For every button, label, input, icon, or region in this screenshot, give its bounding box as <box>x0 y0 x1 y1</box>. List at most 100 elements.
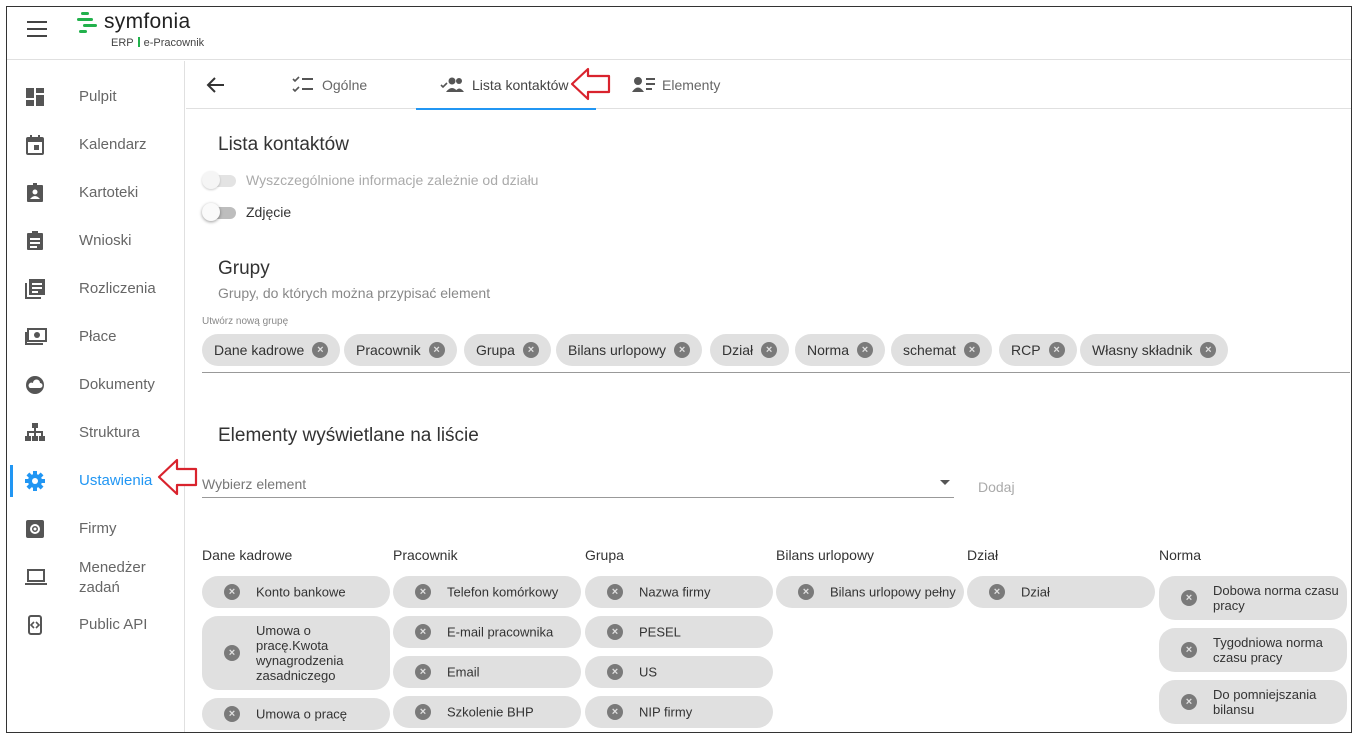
sidebar-item-label: Dokumenty <box>79 376 155 393</box>
remove-item-icon[interactable]: × <box>607 704 623 720</box>
sidebar-item-dokumenty[interactable]: Dokumenty <box>7 365 185 405</box>
list-item[interactable]: × US <box>585 656 773 688</box>
list-item[interactable]: × Email <box>393 656 581 688</box>
back-arrow-icon[interactable] <box>206 75 226 95</box>
column-header: Dane kadrowe <box>202 547 293 563</box>
laptop-icon <box>25 569 47 585</box>
calendar-icon <box>26 135 44 155</box>
remove-item-icon[interactable]: × <box>798 584 814 600</box>
sidebar-item-label: Struktura <box>79 424 140 441</box>
sidebar-item-label: Public API <box>79 616 148 633</box>
list-item[interactable]: × Umowa o pracę.Kwota wynagrodzenia zasad… <box>202 616 390 690</box>
list-item[interactable]: × Dobowa norma czasu pracy <box>1159 576 1347 620</box>
sidebar-item-rozliczenia[interactable]: Rozliczenia <box>7 269 185 309</box>
list-item[interactable]: × Bilans urlopowy pełny <box>776 576 964 608</box>
list-item[interactable]: × Telefon komórkowy <box>393 576 581 608</box>
dept-info-toggle[interactable] <box>202 171 238 189</box>
sidebar-item-struktura[interactable]: Struktura <box>7 413 185 453</box>
column-header: Grupa <box>585 547 624 563</box>
tab-label: Lista kontaktów <box>472 77 569 93</box>
menu-icon[interactable] <box>27 21 47 37</box>
sidebar-item-label: Firmy <box>79 520 117 537</box>
column-header: Pracownik <box>393 547 458 563</box>
annotation-arrow-icon <box>570 67 611 101</box>
remove-chip-icon[interactable]: × <box>674 342 691 358</box>
group-chip[interactable]: Własny składnik × <box>1080 334 1229 366</box>
sidebar-item-kartoteki[interactable]: Kartoteki <box>7 173 185 213</box>
group-chip[interactable]: Pracownik × <box>344 334 457 366</box>
sidebar-item-pulpit[interactable]: Pulpit <box>7 77 185 117</box>
sidebar-item-label: Menedżer zadań <box>79 559 146 596</box>
sidebar-item-label: Ustawienia <box>79 472 153 489</box>
group-chip[interactable]: schemat × <box>891 334 992 366</box>
sidebar-item-label: Kalendarz <box>79 136 147 153</box>
sidebar-item-place[interactable]: Płace <box>7 317 185 357</box>
photo-toggle[interactable] <box>202 203 238 221</box>
sidebar-item-public-api[interactable]: Public API <box>7 605 185 645</box>
list-item[interactable]: × PESEL <box>585 616 773 648</box>
brand-name: symfonia <box>104 10 191 33</box>
remove-item-icon[interactable]: × <box>1181 694 1197 710</box>
remove-chip-icon[interactable]: × <box>312 342 329 358</box>
sidebar-item-label: Płace <box>79 328 117 345</box>
column-header: Dział <box>967 547 999 563</box>
sidebar-item-label: Kartoteki <box>79 184 139 201</box>
group-chip[interactable]: Norma × <box>795 334 886 366</box>
list-item[interactable]: × NIP firmy <box>585 696 773 728</box>
list-item[interactable]: × Do pomniejszania bilansu <box>1159 680 1347 724</box>
remove-item-icon[interactable]: × <box>415 624 431 640</box>
list-item[interactable]: × Tygodniowa norma czasu pracy <box>1159 628 1347 672</box>
tab-elementy[interactable]: Elementy <box>626 61 736 109</box>
remove-chip-icon[interactable]: × <box>857 342 874 358</box>
sidebar-item-firmy[interactable]: Firmy <box>7 509 185 549</box>
list-item[interactable]: × E-mail pracownika <box>393 616 581 648</box>
sidebar-item-menedzer-zadan[interactable]: Menedżer zadań <box>7 557 185 597</box>
sidebar-item-label: Pulpit <box>79 88 117 105</box>
section-title-elements: Elementy wyświetlane na liście <box>218 425 479 446</box>
app-header: symfonia ERP e-Pracownik <box>7 7 1351 60</box>
remove-chip-icon[interactable]: × <box>522 342 539 358</box>
remove-item-icon[interactable]: × <box>989 584 1005 600</box>
remove-item-icon[interactable]: × <box>224 584 240 600</box>
person-list-icon <box>632 77 655 92</box>
remove-item-icon[interactable]: × <box>607 624 623 640</box>
remove-chip-icon[interactable]: × <box>1048 342 1065 358</box>
tab-ogolne[interactable]: Ogólne <box>286 61 396 109</box>
list-item[interactable]: × Konto bankowe <box>202 576 390 608</box>
groups-subtitle: Grupy, do których można przypisać elemen… <box>218 285 491 301</box>
list-item[interactable]: × Szkolenie BHP <box>393 696 581 728</box>
remove-item-icon[interactable]: × <box>224 645 240 661</box>
remove-item-icon[interactable]: × <box>607 664 623 680</box>
remove-chip-icon[interactable]: × <box>1200 342 1217 358</box>
remove-item-icon[interactable]: × <box>607 584 623 600</box>
clipboard-icon <box>27 231 43 250</box>
remove-chip-icon[interactable]: × <box>428 342 445 358</box>
add-button[interactable]: Dodaj <box>978 479 1015 495</box>
list-item[interactable]: × Nazwa firmy <box>585 576 773 608</box>
remove-item-icon[interactable]: × <box>415 704 431 720</box>
groups-chip-field[interactable]: Dane kadrowe × Pracownik × Grupa × Bilans u… <box>202 332 1350 373</box>
remove-item-icon[interactable]: × <box>224 706 240 722</box>
remove-chip-icon[interactable]: × <box>761 342 778 358</box>
sidebar-item-kalendarz[interactable]: Kalendarz <box>7 125 185 165</box>
remove-item-icon[interactable]: × <box>415 584 431 600</box>
list-item[interactable]: × Umowa o pracę <box>202 698 390 730</box>
logo-mark-icon <box>77 12 97 33</box>
sitemap-icon <box>25 423 45 441</box>
list-item[interactable]: × Dział <box>967 576 1155 608</box>
group-chip[interactable]: RCP × <box>999 334 1077 366</box>
tab-bar: Ogólne Lista kontaktów Elementy <box>186 61 1351 110</box>
group-chip[interactable]: Bilans urlopowy × <box>556 334 703 366</box>
chevron-down-icon[interactable] <box>940 480 950 485</box>
remove-item-icon[interactable]: × <box>1181 642 1197 658</box>
group-chip[interactable]: Grupa × <box>464 334 551 366</box>
sidebar-item-wnioski[interactable]: Wnioski <box>7 221 185 261</box>
group-chip[interactable]: Dane kadrowe × <box>202 334 341 366</box>
tab-lista-kontaktow[interactable]: Lista kontaktów <box>416 61 596 110</box>
element-select[interactable]: Wybierz element <box>202 470 954 498</box>
remove-item-icon[interactable]: × <box>1181 590 1197 606</box>
remove-item-icon[interactable]: × <box>415 664 431 680</box>
remove-chip-icon[interactable]: × <box>963 342 980 358</box>
group-chip[interactable]: Dział × <box>710 334 790 366</box>
sidebar-item-label: Rozliczenia <box>79 280 156 297</box>
